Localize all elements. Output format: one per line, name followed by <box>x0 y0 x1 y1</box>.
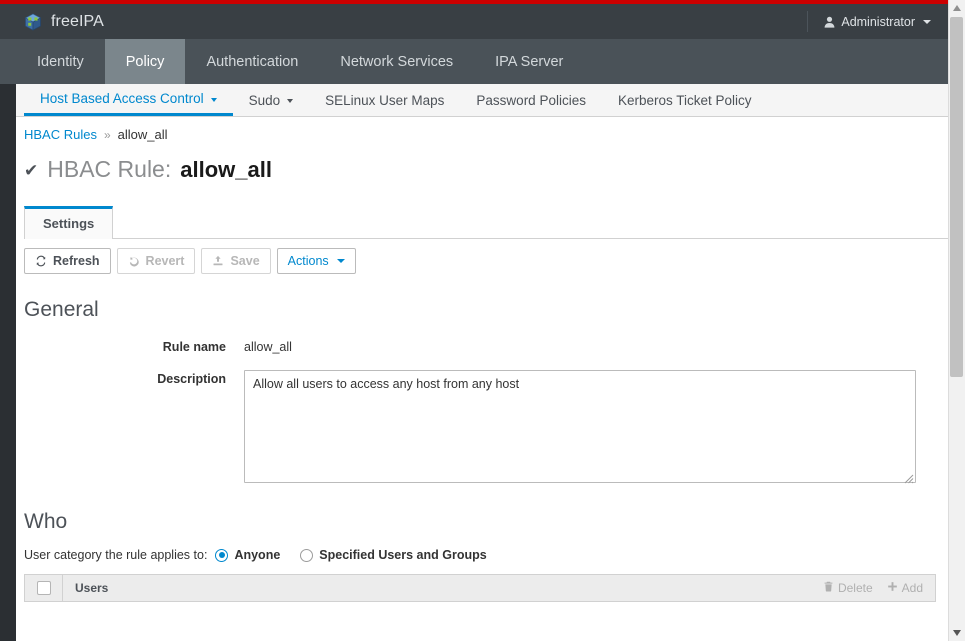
users-table: Users Delete Add <box>24 574 936 603</box>
scroll-down-button[interactable] <box>949 625 965 641</box>
revert-button[interactable]: Revert <box>116 248 196 275</box>
facet-toolbar: Refresh Revert Save Actions <box>24 248 949 275</box>
facet-tab-settings[interactable]: Settings <box>24 206 114 239</box>
scrollbar-thumb[interactable] <box>950 17 963 377</box>
rule-name-value: allow_all <box>244 340 292 355</box>
description-field-wrapper <box>244 370 916 486</box>
breadcrumb-current: allow_all <box>117 127 168 142</box>
add-users-label: Add <box>901 581 923 596</box>
breadcrumb-separator: » <box>103 127 111 142</box>
radio-specified-label: Specified Users and Groups <box>319 548 487 563</box>
subnav-item-sudo[interactable]: Sudo <box>233 84 310 116</box>
nav-tab-policy[interactable]: Policy <box>104 39 186 84</box>
undo-icon <box>128 255 140 267</box>
primary-nav: Identity Policy Authentication Network S… <box>0 39 949 84</box>
radio-anyone-indicator[interactable] <box>215 548 229 562</box>
nav-tab-authentication[interactable]: Authentication <box>185 39 319 84</box>
subnav-label-sudo: Sudo <box>248 92 281 108</box>
actions-dropdown-button[interactable]: Actions <box>276 248 356 275</box>
cube-icon <box>24 13 42 31</box>
rule-name-label: Rule name <box>162 340 226 355</box>
subnav-item-selinux-user-maps[interactable]: SELinux User Maps <box>309 84 460 116</box>
trash-icon <box>823 581 834 595</box>
scroll-up-button[interactable] <box>949 0 965 16</box>
page-title: ✔ HBAC Rule: allow_all <box>16 142 949 183</box>
chevron-down-icon <box>923 19 931 24</box>
subnav-item-host-based-access-control[interactable]: Host Based Access Control <box>24 84 233 116</box>
users-table-column-header: Users <box>75 581 109 596</box>
secondary-nav: Host Based Access Control Sudo SELinux U… <box>16 84 949 117</box>
select-all-checkbox[interactable] <box>36 581 51 596</box>
save-button-label: Save <box>230 254 260 268</box>
save-button[interactable]: Save <box>201 248 271 275</box>
radio-option-specified-users-and-groups[interactable]: Specified Users and Groups <box>300 548 487 563</box>
description-input[interactable] <box>244 370 916 484</box>
users-table-header-row: Users Delete Add <box>25 575 935 602</box>
section-heading-general: General <box>24 298 99 322</box>
nav-tab-network-services[interactable]: Network Services <box>319 39 474 84</box>
delete-users-label: Delete <box>837 581 873 596</box>
section-heading-who: Who <box>24 510 68 534</box>
user-menu[interactable]: Administrator <box>808 4 949 39</box>
actions-button-label: Actions <box>287 254 329 268</box>
masthead-right: Administrator <box>807 4 949 39</box>
nav-tab-identity[interactable]: Identity <box>16 39 105 84</box>
masthead: freeIPA Administrator <box>0 4 949 39</box>
breadcrumb: HBAC Rules » allow_all <box>16 117 949 142</box>
revert-button-label: Revert <box>145 254 185 268</box>
users-table-select-all-cell <box>25 575 63 602</box>
delete-users-button[interactable]: Delete <box>823 581 873 595</box>
chevron-down-icon <box>287 99 294 103</box>
page-title-object: allow_all <box>180 157 272 182</box>
chevron-down-icon <box>336 259 345 264</box>
radio-anyone-label: Anyone <box>234 548 281 563</box>
vertical-scrollbar[interactable] <box>948 0 965 641</box>
subnav-item-kerberos-ticket-policy[interactable]: Kerberos Ticket Policy <box>602 84 768 116</box>
subnav-item-password-policies[interactable]: Password Policies <box>460 84 602 116</box>
description-label: Description <box>157 372 226 387</box>
refresh-button[interactable]: Refresh <box>24 248 111 275</box>
user-icon <box>824 16 835 28</box>
app-root: freeIPA Administrator Identity Policy Au… <box>0 0 965 641</box>
field-description: Description <box>16 370 949 486</box>
add-users-button[interactable]: Add <box>887 581 923 595</box>
user-category-label: User category the rule applies to: <box>24 548 208 563</box>
users-table-actions: Delete Add <box>823 581 935 595</box>
user-menu-label: Administrator <box>841 14 915 29</box>
field-rule-name: Rule name allow_all <box>16 338 949 354</box>
facet-tabs: Settings <box>24 205 949 239</box>
breadcrumb-link-hbac-rules[interactable]: HBAC Rules <box>24 127 97 142</box>
user-category-row: User category the rule applies to: Anyon… <box>24 548 949 562</box>
radio-specified-indicator[interactable] <box>300 548 314 562</box>
refresh-button-label: Refresh <box>53 254 100 268</box>
plus-icon <box>887 581 898 595</box>
brand-name: freeIPA <box>51 12 104 30</box>
page-left-gutter <box>0 84 16 641</box>
refresh-icon <box>35 255 47 267</box>
subnav-label-hbac: Host Based Access Control <box>40 91 204 106</box>
chevron-down-icon <box>210 97 217 102</box>
content-area: HBAC Rules » allow_all ✔ HBAC Rule: allo… <box>16 117 949 641</box>
check-icon: ✔ <box>24 161 39 180</box>
radio-option-anyone[interactable]: Anyone <box>215 548 280 562</box>
brand[interactable]: freeIPA <box>0 13 104 31</box>
page-title-prefix: HBAC Rule: <box>47 156 172 182</box>
save-upload-icon <box>212 255 224 267</box>
nav-tab-ipa-server[interactable]: IPA Server <box>474 39 584 84</box>
